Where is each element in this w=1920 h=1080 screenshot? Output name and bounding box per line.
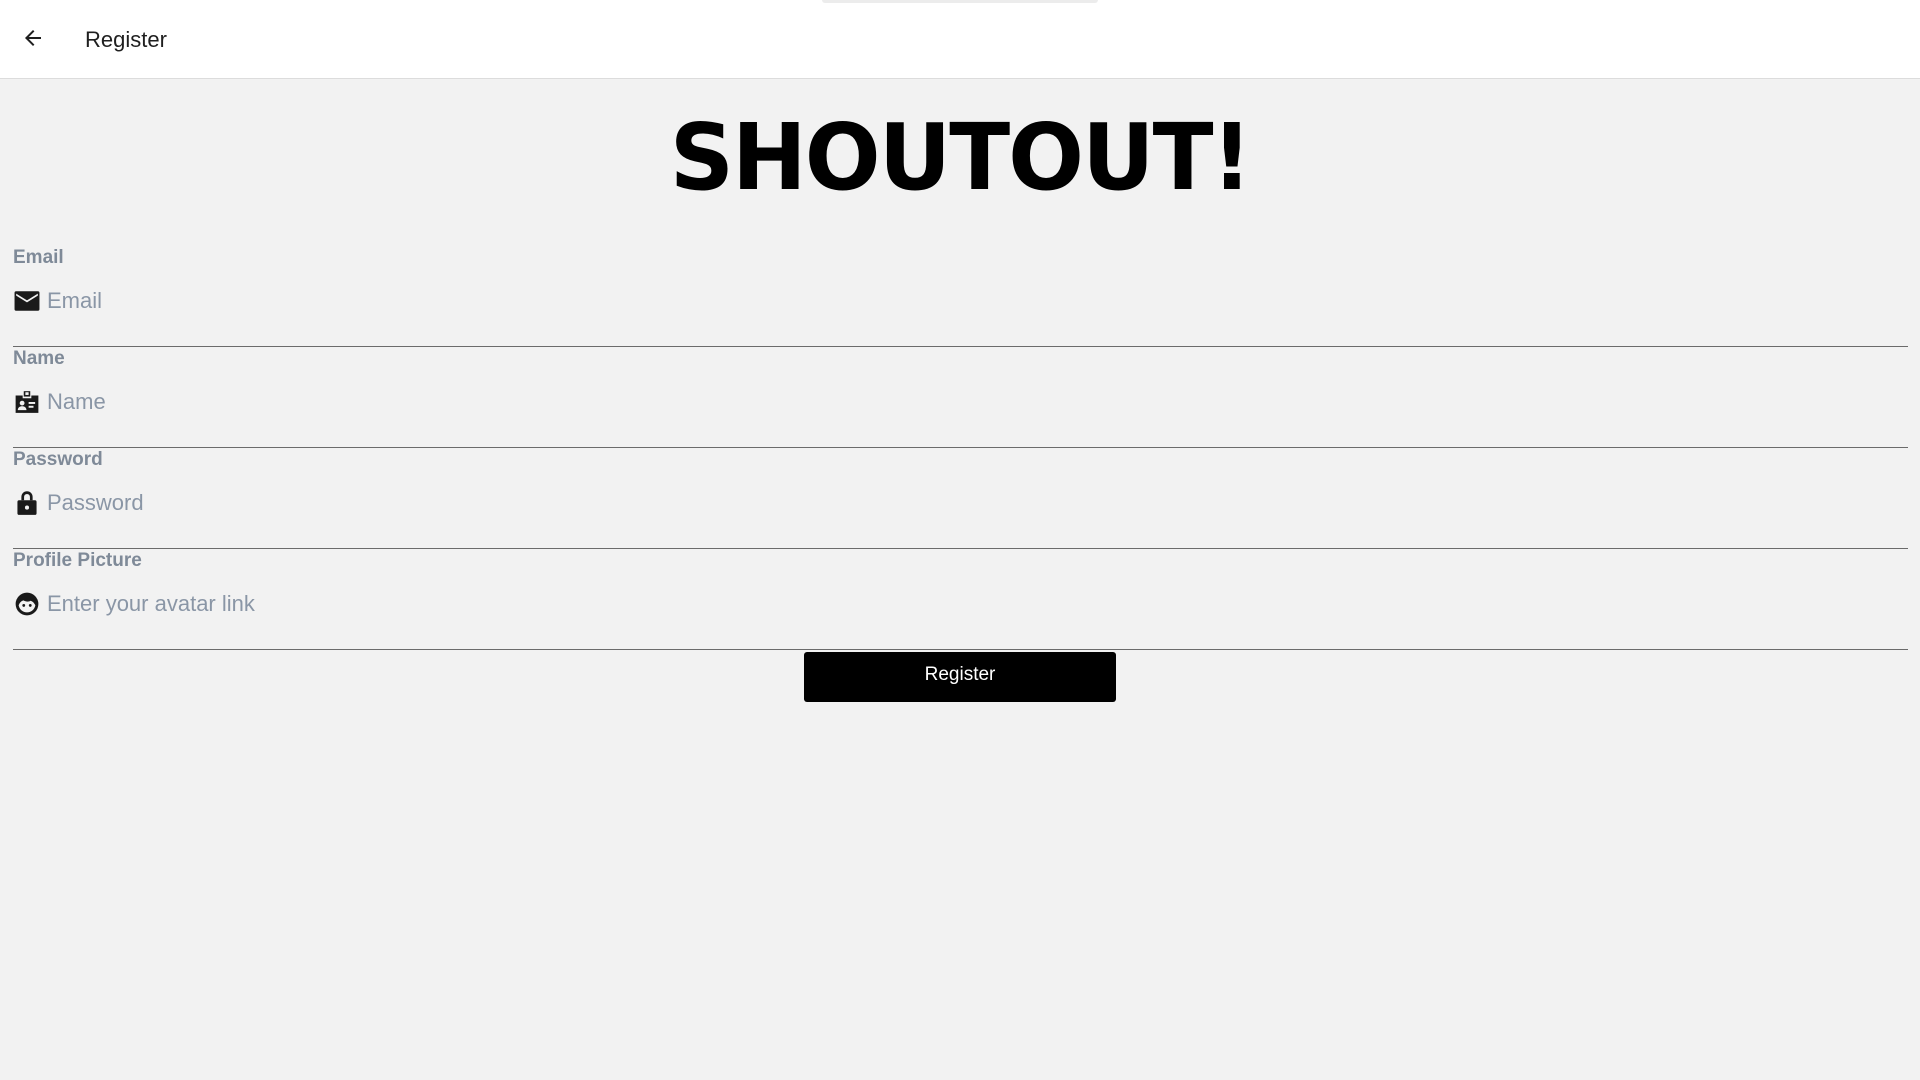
back-button[interactable] (14, 22, 52, 58)
email-input[interactable] (47, 284, 1897, 318)
password-field: Password (13, 449, 1908, 549)
app-logo: SHOUTOUT! (669, 104, 1253, 211)
name-input[interactable] (47, 385, 1897, 419)
password-label: Password (13, 449, 103, 470)
name-label: Name (13, 348, 65, 369)
name-field: Name (13, 348, 1908, 448)
face-icon (13, 590, 40, 617)
email-label: Email (13, 247, 64, 268)
profile-picture-label: Profile Picture (13, 550, 142, 571)
register-button[interactable]: Register (804, 652, 1116, 702)
page-title: Register (85, 27, 167, 52)
window-drag-handle[interactable] (822, 0, 1098, 3)
id-badge-icon (13, 388, 40, 415)
avatar-link-input[interactable] (47, 587, 1897, 621)
password-input[interactable] (47, 486, 1897, 520)
lock-icon (13, 489, 40, 516)
profile-picture-field: Profile Picture (13, 550, 1908, 650)
top-app-bar: Register (0, 0, 1920, 79)
email-field: Email (13, 247, 1908, 347)
arrow-left-icon (21, 26, 45, 55)
envelope-icon (13, 287, 40, 314)
